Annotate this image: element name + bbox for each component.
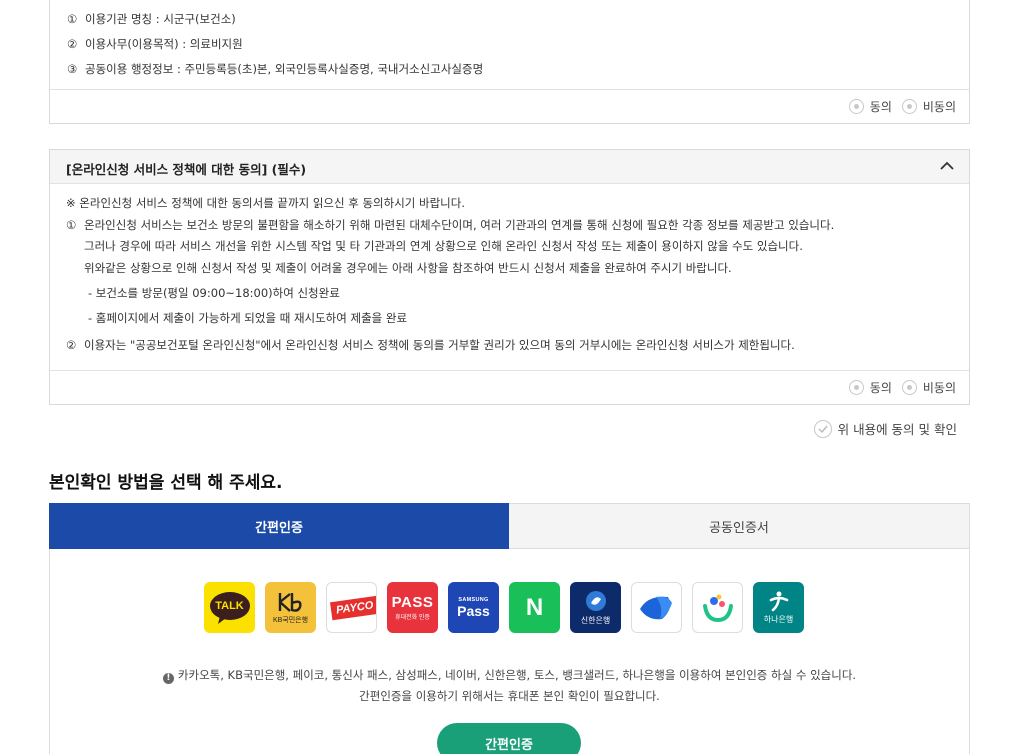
provider-toss[interactable] xyxy=(631,582,682,633)
section-title: 본인확인 방법을 선택 해 주세요. xyxy=(49,473,283,493)
provider-list: TALK KB국민은행 PAYCO PASS 휴대전화 인증 SAMSUNG P… xyxy=(204,582,804,633)
list-item: ① 이용기관 명칭 : 시군구(보건소) xyxy=(67,12,236,26)
auth-notice-sub: 간편인증을 이용하기 위해서는 휴대폰 본인 확인이 필요합니다. xyxy=(359,689,660,703)
list-item: ② 이용사무(이용목적) : 의료비지원 xyxy=(67,37,243,51)
info-icon: ! xyxy=(162,673,174,684)
provider-shinhan[interactable]: 신한은행 xyxy=(570,582,621,633)
provider-pass[interactable]: PASS 휴대전화 인증 xyxy=(387,582,438,633)
shinhan-logo-icon xyxy=(585,590,606,611)
agree-radio[interactable]: 동의 xyxy=(848,98,892,115)
check-icon xyxy=(813,419,832,438)
radio-icon xyxy=(901,99,917,114)
simple-auth-button[interactable]: 간편인증 xyxy=(437,723,581,754)
provider-kakao[interactable]: TALK xyxy=(204,582,255,633)
provider-payco[interactable]: PAYCO xyxy=(326,582,377,633)
radio-icon xyxy=(901,380,917,395)
list-item: ① 온라인신청 서비스는 보건소 방문의 불편함을 해소하기 위해 마련된 대체수… xyxy=(66,217,835,232)
disagree-radio[interactable]: 비동의 xyxy=(901,379,956,396)
radio-icon xyxy=(848,99,864,114)
notice-text: ※ 온라인신청 서비스 정책에 대한 동의서를 끝까지 읽으신 후 동의하시기 … xyxy=(66,196,465,210)
tab-simple-auth[interactable]: 간편인증 xyxy=(49,503,509,549)
list-item-continued: 그러나 경우에 따라 서비스 개선을 위한 시스템 작업 및 타 기관과의 연계… xyxy=(84,239,803,253)
dash-item: - 보건소를 방문(평일 09:00~18:00)하여 신청완료 xyxy=(88,286,340,300)
toss-logo-icon xyxy=(639,596,672,619)
auth-panel: TALK KB국민은행 PAYCO PASS 휴대전화 인증 SAMSUNG P… xyxy=(49,549,970,754)
confirm-agree-checkbox[interactable]: 위 내용에 동의 및 확인 xyxy=(813,419,957,438)
tab-certificate[interactable]: 공동인증서 xyxy=(509,503,970,549)
list-item-continued: 위와같은 상황으로 인해 신청서 작성 및 제출이 어려울 경우에는 아래 사항… xyxy=(84,260,732,275)
consent-header[interactable]: [온라인신청 서비스 정책에 대한 동의] (필수) xyxy=(50,150,969,184)
list-item: ③ 공동이용 행정정보 : 주민등록등(초)본, 외국인등록사실증명, 국내거소신… xyxy=(67,62,484,76)
provider-naver[interactable]: N xyxy=(509,582,560,633)
provider-hana[interactable]: 하나은행 xyxy=(753,582,804,633)
agree-row: 동의 비동의 xyxy=(50,89,969,123)
radio-icon xyxy=(848,380,864,395)
consent-box-admin-info: ① 이용기관 명칭 : 시군구(보건소) ② 이용사무(이용목적) : 의료비지원 … xyxy=(49,0,970,124)
provider-kb[interactable]: KB국민은행 xyxy=(265,582,316,633)
banksalad-logo-icon xyxy=(702,594,733,622)
list-item: ② 이용자는 "공공보건포털 온라인신청"에서 온라인신청 서비스 정책에 동의를… xyxy=(66,338,795,352)
disagree-radio[interactable]: 비동의 xyxy=(901,98,956,115)
auth-notice: ! 카카오톡, KB국민은행, 페이코, 통신사 패스, 삼성패스, 네이버, 신… xyxy=(50,667,969,684)
consent-box-online-policy: [온라인신청 서비스 정책에 대한 동의] (필수) ※ 온라인신청 서비스 정… xyxy=(49,149,970,405)
agree-row: 동의 비동의 xyxy=(50,370,969,404)
auth-tabs: 간편인증 공동인증서 xyxy=(49,503,970,549)
dash-item: - 홈페이지에서 제출이 가능하게 되었을 때 재시도하여 제출을 완료 xyxy=(88,311,408,325)
chevron-up-icon[interactable] xyxy=(938,157,956,175)
consent-title: [온라인신청 서비스 정책에 대한 동의] (필수) xyxy=(66,162,307,177)
kb-star-icon xyxy=(278,592,302,612)
provider-banksalad[interactable] xyxy=(692,582,743,633)
provider-samsung-pass[interactable]: SAMSUNG Pass xyxy=(448,582,499,633)
agree-radio[interactable]: 동의 xyxy=(848,379,892,396)
hana-logo-icon xyxy=(769,591,788,612)
